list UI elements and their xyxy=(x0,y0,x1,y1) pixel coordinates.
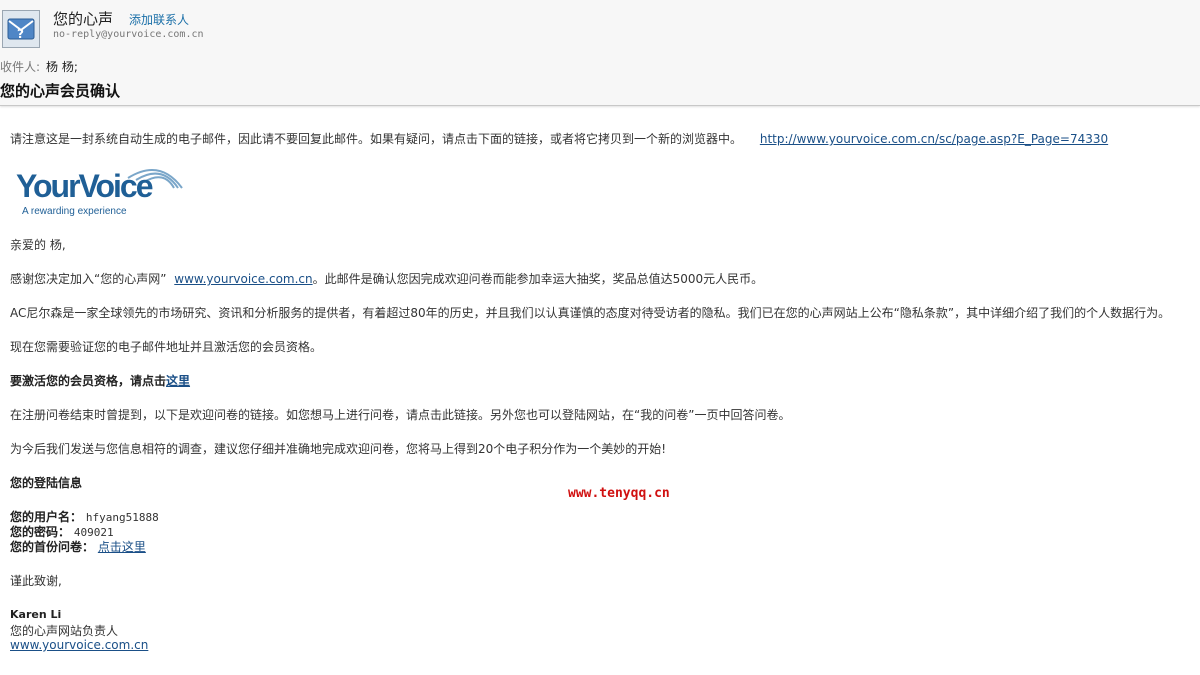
signer-name: Karen Li xyxy=(10,608,62,621)
contact-avatar-icon: ? xyxy=(3,11,39,47)
activate-here-link[interactable]: 这里 xyxy=(166,374,190,388)
sender-name: 您的心声 xyxy=(53,10,114,28)
activate-line: 要激活您的会员资格，请点击这里 xyxy=(10,372,190,389)
logo-wordmark: YourVoice xyxy=(16,168,154,204)
username-label: 您的用户名： xyxy=(10,510,83,524)
survey-info-paragraph: 在注册问卷结束时曾提到，以下是欢迎问卷的链接。如您想马上进行问卷，请点击此链接。… xyxy=(10,408,791,422)
yourvoice-logo: YourVoice A rewarding experience xyxy=(10,160,190,220)
first-survey-row: 您的首份问卷： 点击这里 xyxy=(10,538,146,555)
email-header: ? 您的心声 添加联系人 no-reply@yourvoice.com.cn 收… xyxy=(0,0,1200,106)
greeting: 亲爱的 杨, xyxy=(10,238,66,252)
thanks-line: 感谢您决定加入“您的心声网” www.yourvoice.com.cn。此邮件是… xyxy=(10,270,763,287)
signer-site-link[interactable]: www.yourvoice.com.cn xyxy=(10,638,148,652)
recipient-name[interactable]: 杨 杨; xyxy=(46,60,78,74)
logo-tagline: A rewarding experience xyxy=(22,206,127,217)
sender-email: no-reply@yourvoice.com.cn xyxy=(53,29,204,40)
email-subject: 您的心声会员确认 xyxy=(0,82,121,100)
avatar: ? xyxy=(2,10,40,48)
thanks-pre-text: 感谢您决定加入“您的心声网” xyxy=(10,272,167,286)
svg-text:?: ? xyxy=(17,27,24,41)
recipient-row: 收件人: 杨 杨; xyxy=(0,58,78,75)
signer-title: 您的心声网站负责人 xyxy=(10,624,119,638)
auto-notice-text: 请注意这是一封系统自动生成的电子邮件，因此请不要回复此邮件。如果有疑问，请点击下… xyxy=(10,132,743,146)
add-contact-link[interactable]: 添加联系人 xyxy=(129,11,189,28)
password-label: 您的密码： xyxy=(10,525,71,539)
activate-text: 要激活您的会员资格，请点击 xyxy=(10,374,167,388)
thanks-post-text: 。此邮件是确认您因完成欢迎问卷而能参加幸运大抽奖，奖品总值达5000元人民币。 xyxy=(312,272,764,286)
login-info-heading: 您的登陆信息 xyxy=(10,476,83,490)
watermark-text: www.tenyqq.cn xyxy=(568,486,670,501)
notice-url-link[interactable]: http://www.yourvoice.com.cn/sc/page.asp?… xyxy=(760,132,1108,146)
first-survey-link[interactable]: 点击这里 xyxy=(98,540,146,554)
points-info-paragraph: 为今后我们发送与您信息相符的调查，建议您仔细并准确地完成欢迎问卷，您将马上得到2… xyxy=(10,442,667,456)
auto-notice-line: 请注意这是一封系统自动生成的电子邮件，因此请不要回复此邮件。如果有疑问，请点击下… xyxy=(10,130,1108,147)
verify-paragraph: 现在您需要验证您的电子邮件地址并且激活您的会员资格。 xyxy=(10,340,323,354)
first-survey-label: 您的首份问卷： xyxy=(10,540,95,554)
acnielsen-paragraph: AC尼尔森是一家全球领先的市场研究、资讯和分析服务的提供者，有着超过80年的历史… xyxy=(10,306,1171,320)
thanks-site-link[interactable]: www.yourvoice.com.cn xyxy=(174,272,312,286)
recipient-label: 收件人: xyxy=(0,60,41,74)
closing: 谨此致谢, xyxy=(10,574,62,588)
